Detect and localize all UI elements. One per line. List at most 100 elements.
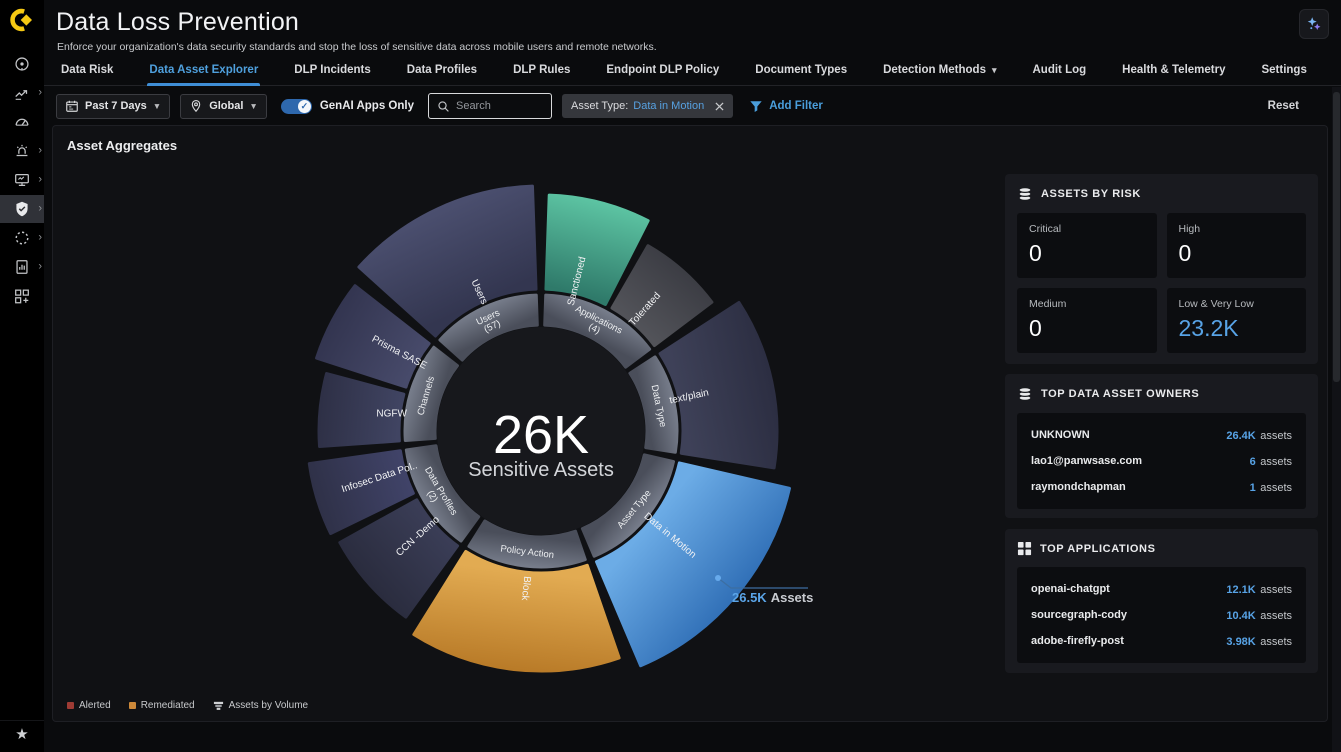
database-icon (1017, 386, 1033, 402)
assets-by-risk-card: ASSETS BY RISK Critical 0 High 0 Medium … (1005, 174, 1318, 364)
top-data-asset-owners-card: TOP DATA ASSET OWNERS UNKNOWN 26.4K asse… (1005, 374, 1318, 518)
sunburst-center-label: Sensitive Assets (468, 459, 614, 481)
tab-settings[interactable]: Settings (1261, 55, 1306, 86)
sidebar-item-hub[interactable] (0, 50, 44, 78)
risk-tile-medium: Medium 0 (1017, 288, 1157, 353)
chevron-right-icon: › (38, 88, 42, 99)
sidebar-item-objects[interactable] (0, 282, 44, 310)
tab-data-asset-explorer[interactable]: Data Asset Explorer (149, 55, 258, 86)
asset-count-link[interactable]: 1 (1250, 482, 1256, 494)
report-icon (13, 258, 31, 276)
list-item: adobe-firefly-post 3.98K assets (1031, 628, 1292, 654)
list-item: sourcegraph-cody 10.4K assets (1031, 602, 1292, 628)
chevron-right-icon: › (38, 233, 42, 244)
sidebar-item-workflows[interactable]: › (0, 166, 44, 194)
page-header: Data Loss Prevention Enforce your organi… (44, 0, 1341, 55)
filter-bar: Past 7 Days ▼ Global ▼ ✓ GenAI Apps Only… (44, 87, 1341, 125)
reset-button[interactable]: Reset (1268, 100, 1299, 112)
search-input[interactable] (456, 100, 543, 112)
asset-count-link[interactable]: 3.98K (1226, 636, 1255, 648)
genai-toggle-label: GenAI Apps Only (320, 100, 414, 112)
funnel-icon (749, 99, 763, 113)
top-applications-card: TOP APPLICATIONS openai-chatgpt 12.1K as… (1005, 529, 1318, 673)
location-pin-icon (189, 99, 203, 113)
insights-icon (13, 84, 31, 102)
tab-dlp-incidents[interactable]: DLP Incidents (294, 55, 370, 86)
risk-tile-low-very-low: Low & Very Low 23.2K (1167, 288, 1307, 353)
favorites-star-icon[interactable]: ★ (0, 720, 44, 746)
callout-label: 26.5KAssets (732, 590, 813, 605)
chevron-down-icon: ▾ (992, 65, 997, 76)
tab-health-telemetry[interactable]: Health & Telemetry (1122, 55, 1225, 86)
chevron-right-icon: › (38, 175, 42, 186)
asset-count-link[interactable]: 12.1K (1226, 584, 1255, 596)
scrollbar-track[interactable] (1332, 87, 1341, 752)
shield-check-icon (13, 200, 31, 218)
alerted-swatch (67, 702, 74, 709)
dotted-circle-icon (13, 229, 31, 247)
incident-beacon-icon (13, 142, 31, 160)
asset-count-link[interactable]: 10.4K (1226, 610, 1255, 622)
hub-icon (13, 55, 31, 73)
risk-value: 0 (1029, 240, 1145, 267)
legend-alerted: Alerted (67, 700, 111, 711)
sidebar-item-dashboards[interactable] (0, 108, 44, 136)
sidebar-item-incidents[interactable]: › (0, 137, 44, 165)
asset-count-link[interactable]: 6 (1250, 456, 1256, 468)
remediated-swatch (129, 702, 136, 709)
search-box[interactable] (428, 93, 552, 119)
tab-data-risk[interactable]: Data Risk (61, 55, 113, 86)
risk-value: 0 (1029, 315, 1145, 342)
list-item: UNKNOWN 26.4K assets (1031, 422, 1292, 448)
toggle-knob-check-icon: ✓ (298, 100, 311, 113)
sunburst-center-value: 26K (493, 405, 589, 465)
search-icon (437, 100, 450, 113)
genai-apps-only-toggle[interactable]: ✓ (281, 99, 312, 114)
top-owners-list: UNKNOWN 26.4K assets lao1@panwsase.com 6… (1017, 413, 1306, 509)
volume-bars-icon (213, 700, 224, 711)
risk-value: 23.2K (1179, 315, 1295, 342)
legend-assets-by-volume: Assets by Volume (213, 700, 308, 711)
sidebar-item-reports[interactable]: › (0, 253, 44, 281)
pan-logo-icon[interactable] (0, 0, 44, 40)
sunburst-segment-block[interactable] (414, 551, 619, 671)
scope-select[interactable]: Global ▼ (180, 94, 267, 119)
chevron-right-icon: › (38, 204, 42, 215)
sunburst-chart[interactable]: Applications(4)Data TypeAsset TypePolicy… (233, 134, 913, 716)
legend-remediated: Remediated (129, 700, 195, 711)
sparkles-icon (1305, 15, 1323, 33)
card-title: TOP DATA ASSET OWNERS (1041, 388, 1199, 400)
svg-text:NGFW: NGFW (376, 409, 407, 420)
tab-detection-methods[interactable]: Detection Methods▾ (883, 55, 996, 86)
top-apps-list: openai-chatgpt 12.1K assets sourcegraph-… (1017, 567, 1306, 663)
section-title: Asset Aggregates (67, 138, 177, 153)
page-title: Data Loss Prevention (44, 0, 1341, 37)
tab-dlp-rules[interactable]: DLP Rules (513, 55, 570, 86)
ai-copilot-button[interactable] (1299, 9, 1329, 39)
sidebar-item-configuration[interactable]: › (0, 224, 44, 252)
dashboards-icon (13, 113, 31, 131)
filter-chip-asset-type[interactable]: Asset Type: Data in Motion (562, 94, 733, 118)
asset-aggregates-panel: Asset Aggregates Applications(4)Data Typ… (52, 125, 1328, 722)
sidebar-item-insights[interactable]: › (0, 79, 44, 107)
asset-count-link[interactable]: 26.4K (1226, 430, 1255, 442)
database-icon (1017, 186, 1033, 202)
tab-data-profiles[interactable]: Data Profiles (407, 55, 477, 86)
time-range-select[interactable]: Past 7 Days ▼ (56, 94, 170, 119)
list-item: openai-chatgpt 12.1K assets (1031, 576, 1292, 602)
tab-endpoint-dlp-policy[interactable]: Endpoint DLP Policy (606, 55, 719, 86)
callout-dot (715, 575, 721, 581)
sidebar: › › › › › › (0, 0, 44, 752)
list-item: lao1@panwsase.com 6 assets (1031, 448, 1292, 474)
chart-legend: Alerted Remediated Assets by Volume (67, 700, 308, 711)
card-title: TOP APPLICATIONS (1040, 543, 1156, 555)
tab-audit-log[interactable]: Audit Log (1033, 55, 1087, 86)
scrollbar-thumb[interactable] (1333, 92, 1340, 382)
tab-document-types[interactable]: Document Types (755, 55, 847, 86)
chevron-right-icon: › (38, 146, 42, 157)
remove-filter-icon[interactable] (715, 102, 724, 111)
sidebar-item-security-services[interactable]: › (0, 195, 44, 223)
chevron-down-icon: ▼ (249, 101, 257, 111)
add-filter-button[interactable]: Add Filter (749, 99, 823, 113)
page-subtitle: Enforce your organization's data securit… (44, 37, 1341, 53)
